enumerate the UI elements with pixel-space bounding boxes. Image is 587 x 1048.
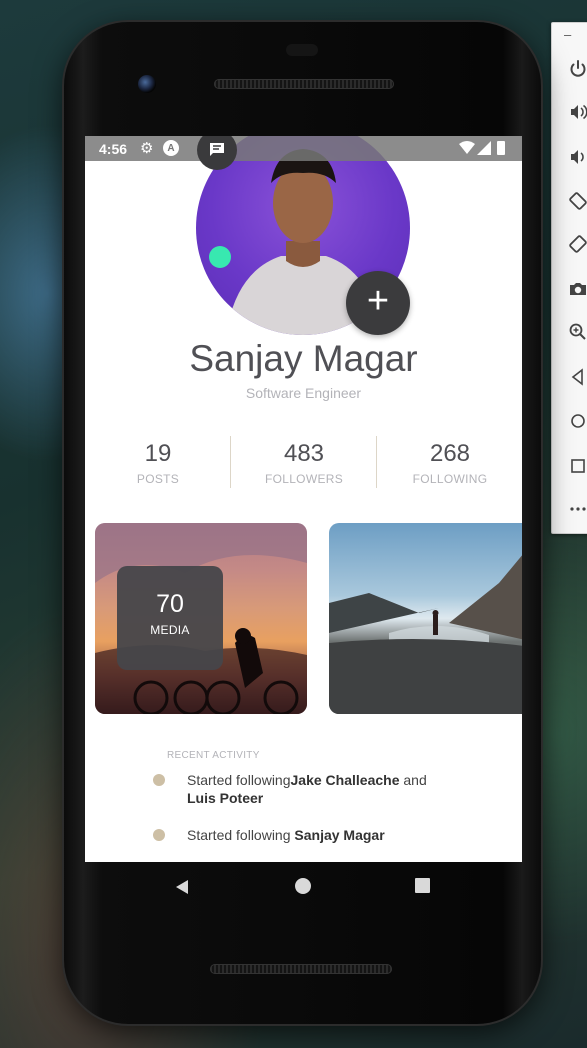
activity-bullet xyxy=(153,829,165,841)
status-time: 4:56 xyxy=(99,141,128,157)
phone-frame: 4:56 ⚙ A + Sanjay Magar Software Enginee… xyxy=(64,22,541,1024)
profile-name: Sanjay Magar xyxy=(189,338,418,379)
activity-text: Started following xyxy=(187,772,291,788)
stat-label: FOLLOWERS xyxy=(264,472,344,486)
nav-back-icon[interactable] xyxy=(173,878,191,896)
media-label: MEDIA xyxy=(150,623,190,637)
stat-label: FOLLOWING xyxy=(412,472,488,486)
wifi-icon xyxy=(459,139,475,157)
overview-icon[interactable] xyxy=(566,454,587,478)
rotate-right-icon[interactable] xyxy=(566,232,587,256)
volume-up-icon[interactable] xyxy=(566,100,587,124)
activity-item[interactable]: Started following Sanjay Magar xyxy=(153,826,453,844)
front-camera xyxy=(138,75,156,93)
add-button[interactable]: + xyxy=(346,271,410,335)
online-status-indicator xyxy=(209,246,231,268)
profile-role: Software Engineer xyxy=(245,385,362,401)
rotate-left-icon[interactable] xyxy=(566,189,587,213)
home-icon[interactable] xyxy=(566,409,587,433)
status-bar: 4:56 ⚙ A xyxy=(85,136,522,170)
back-icon[interactable] xyxy=(566,365,587,389)
stat-value: 483 xyxy=(283,440,325,467)
recent-activity-title: RECENT ACTIVITY xyxy=(167,750,260,761)
battery-icon xyxy=(497,141,505,155)
minimize-icon[interactable]: – xyxy=(564,27,571,42)
media-photo-mountain-hiker[interactable] xyxy=(329,523,522,714)
nav-recents-icon[interactable] xyxy=(415,878,430,893)
media-count: 70 xyxy=(156,590,184,618)
a-notification-icon: A xyxy=(163,140,179,156)
bottom-speaker-grille xyxy=(210,964,392,974)
android-nav-bar xyxy=(85,862,522,912)
signal-icon xyxy=(477,139,491,157)
top-speaker-grille xyxy=(214,79,394,89)
stat-value: 268 xyxy=(429,440,471,467)
media-count-card[interactable]: 70 MEDIA xyxy=(117,566,223,670)
zoom-icon[interactable] xyxy=(566,320,587,344)
activity-bullet xyxy=(153,774,165,786)
activity-item[interactable]: Started followingJake Challeache and Lui… xyxy=(153,771,453,807)
app-screen: 4:56 ⚙ A + Sanjay Magar Software Enginee… xyxy=(85,136,522,862)
volume-down-icon[interactable] xyxy=(566,145,587,169)
activity-user-link[interactable]: Sanjay Magar xyxy=(294,827,384,843)
stat-value: 19 xyxy=(144,440,172,467)
earpiece xyxy=(286,44,318,56)
activity-joiner: and xyxy=(399,772,427,788)
activity-user-link[interactable]: Jake Challeache xyxy=(291,772,400,788)
camera-icon[interactable] xyxy=(566,277,587,301)
stat-posts[interactable]: 19 POSTS xyxy=(85,436,231,486)
emulator-toolbar: – xyxy=(551,22,587,534)
stat-label: POSTS xyxy=(136,472,180,486)
stat-followers[interactable]: 483 FOLLOWERS xyxy=(231,436,377,486)
more-icon[interactable] xyxy=(566,497,587,521)
stat-following[interactable]: 268 FOLLOWING xyxy=(377,436,522,486)
profile-stats: 19 POSTS 483 FOLLOWERS 268 FOLLOWING xyxy=(85,436,522,496)
nav-home-icon[interactable] xyxy=(295,878,311,894)
power-icon[interactable] xyxy=(566,57,587,81)
activity-user-link[interactable]: Luis Poteer xyxy=(187,790,263,806)
activity-text: Started following xyxy=(187,827,295,843)
settings-gear-icon: ⚙ xyxy=(140,140,154,157)
